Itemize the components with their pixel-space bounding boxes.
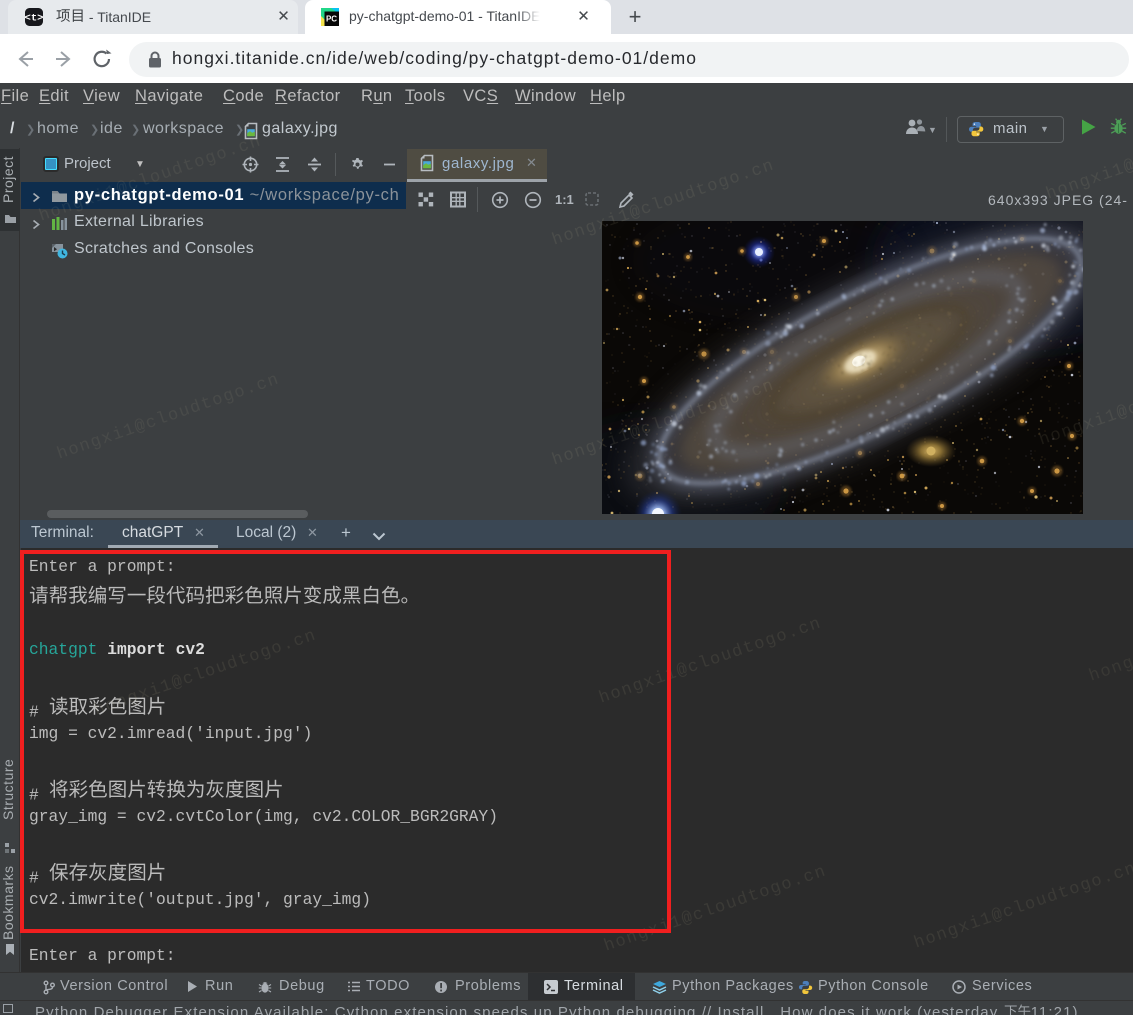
svg-text:<t>: <t> <box>25 13 43 25</box>
svg-text:PC: PC <box>326 15 337 24</box>
